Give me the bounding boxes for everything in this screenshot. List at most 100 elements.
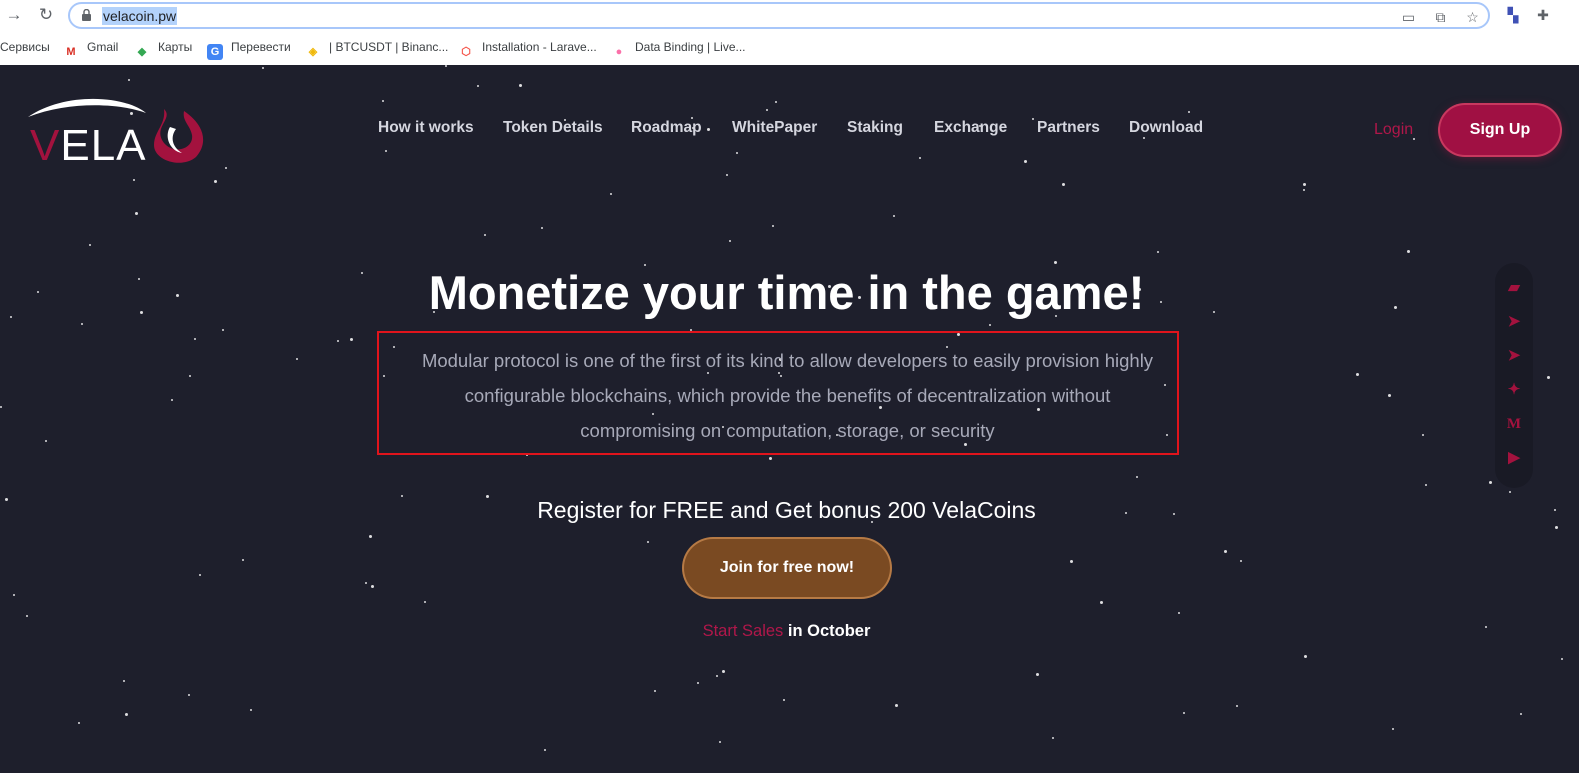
star <box>133 179 135 181</box>
star <box>1555 526 1558 529</box>
star <box>0 406 2 408</box>
nav-token-details[interactable]: Token Details <box>503 119 603 137</box>
star <box>989 324 991 326</box>
nav-download[interactable]: Download <box>1129 119 1203 137</box>
sales-text: Start Sales in October <box>0 622 1573 641</box>
star <box>1183 712 1185 714</box>
bookmark-label: Data Binding | Live... <box>635 40 746 54</box>
bookmark-livewire[interactable]: ● Data Binding | Live... <box>611 38 746 58</box>
star <box>385 150 387 152</box>
star <box>726 174 728 176</box>
star <box>382 100 384 102</box>
star <box>1388 394 1391 397</box>
star <box>1100 601 1103 604</box>
star <box>783 699 785 701</box>
star <box>610 193 612 195</box>
cast-icon[interactable]: ▭ <box>1400 9 1417 26</box>
bookmark-star-icon[interactable]: ☆ <box>1464 9 1481 26</box>
nav-partners[interactable]: Partners <box>1037 119 1100 137</box>
star <box>775 101 777 103</box>
star <box>1236 705 1238 707</box>
vela-logo[interactable]: VELA <box>14 97 210 170</box>
star <box>337 340 339 342</box>
star <box>1561 658 1563 660</box>
bookmark-binance[interactable]: ◈ | BTCUSDT | Binanc... <box>305 38 449 58</box>
nav-staking[interactable]: Staking <box>847 119 903 137</box>
star <box>1303 183 1306 186</box>
nav-roadmap[interactable]: Roadmap <box>631 119 702 137</box>
extension-icon[interactable]: ▚ <box>1504 6 1522 24</box>
star <box>1032 118 1034 120</box>
star <box>78 722 80 724</box>
star <box>895 704 898 707</box>
star <box>722 670 725 673</box>
star <box>45 440 47 442</box>
bookmarks-bar: Сервисы M Gmail ◆ Карты G Перевести ◈ | BTCU… <box>0 34 1579 60</box>
maps-icon: ◆ <box>137 46 147 58</box>
star <box>424 601 426 603</box>
address-bar[interactable]: velacoin.pw ▭ ⧉ ☆ <box>68 2 1490 29</box>
star <box>477 85 479 87</box>
medium-icon[interactable]: M <box>1505 415 1523 433</box>
star <box>716 675 718 677</box>
star <box>654 690 656 692</box>
star <box>1509 491 1511 493</box>
login-link[interactable]: Login <box>1374 121 1413 139</box>
star <box>123 680 125 682</box>
logo-rest: ELA <box>60 121 147 170</box>
forward-arrow-icon[interactable]: → <box>4 5 24 25</box>
star <box>199 574 201 576</box>
twitter-icon[interactable]: ✦ <box>1505 381 1523 399</box>
star <box>484 234 486 236</box>
star <box>365 582 367 584</box>
star <box>697 682 699 684</box>
star <box>171 399 173 401</box>
bookmark-maps[interactable]: ◆ Карты <box>134 38 192 58</box>
star <box>1188 111 1190 113</box>
telegram-icon[interactable]: ➤ <box>1505 347 1523 365</box>
social-sidebar: ▰ ➤ ➤ ✦ M ▶ <box>1495 263 1533 488</box>
translate-page-icon[interactable]: ⧉ <box>1432 9 1449 26</box>
star <box>541 227 543 229</box>
star <box>919 157 921 159</box>
bookmark-laravel[interactable]: ⬡ Installation - Larave... <box>458 38 597 58</box>
bookmark-gmail[interactable]: M Gmail <box>63 38 119 58</box>
browser-chrome: → ↻ velacoin.pw ▭ ⧉ ☆ ▚ ✚ Сервисы M Gmail… <box>0 0 1579 65</box>
star <box>26 615 28 617</box>
nav-how-it-works[interactable]: How it works <box>378 119 474 137</box>
nav-whitepaper[interactable]: WhitePaper <box>732 119 817 137</box>
star <box>1392 728 1394 730</box>
url-text[interactable]: velacoin.pw <box>102 7 178 25</box>
bookmark-translate[interactable]: G Перевести <box>207 38 291 60</box>
star <box>766 109 768 111</box>
telegram-icon[interactable]: ➤ <box>1505 313 1523 331</box>
gmail-icon: M <box>66 46 76 58</box>
bookmark-label: Installation - Larave... <box>482 40 597 54</box>
star <box>1036 673 1039 676</box>
nav-exchange[interactable]: Exchange <box>934 119 1007 137</box>
star <box>1157 251 1159 253</box>
star <box>1547 376 1550 379</box>
puzzle-icon[interactable]: ✚ <box>1534 6 1552 24</box>
bookmark-label: Gmail <box>87 40 119 54</box>
star <box>1413 138 1415 140</box>
laravel-icon: ⬡ <box>461 46 471 58</box>
bookmark-apps[interactable]: Сервисы <box>0 38 50 56</box>
bookmark-label: Сервисы <box>0 40 50 54</box>
sales-date: in October <box>783 622 871 640</box>
join-button[interactable]: Join for free now! <box>684 539 890 597</box>
wallet-icon[interactable]: ▰ <box>1505 279 1523 297</box>
start-sales-link[interactable]: Start Sales <box>703 622 784 640</box>
youtube-icon[interactable]: ▶ <box>1505 449 1523 467</box>
star <box>189 375 191 377</box>
star <box>1054 261 1057 264</box>
logo-text: VELA <box>30 121 147 171</box>
hero-title: Monetize your time in the game! <box>428 266 1145 319</box>
sign-up-button[interactable]: Sign Up <box>1440 105 1560 155</box>
star <box>350 338 353 341</box>
reload-icon[interactable]: ↻ <box>36 5 56 25</box>
browser-toolbar: → ↻ velacoin.pw ▭ ⧉ ☆ ▚ ✚ <box>0 0 1579 31</box>
star <box>89 244 91 246</box>
star <box>1304 655 1307 658</box>
page-content: VELA How it works Token Details Roadmap … <box>0 65 1579 773</box>
